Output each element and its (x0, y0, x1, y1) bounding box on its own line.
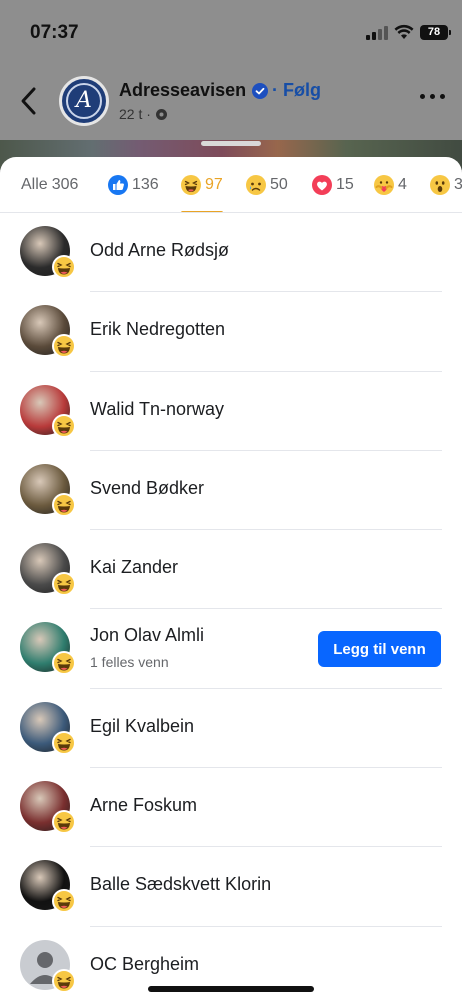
wifi-icon (394, 24, 414, 39)
page-avatar[interactable]: A (59, 76, 109, 126)
tab-like-count: 136 (132, 176, 159, 193)
follow-button[interactable]: · Følg (272, 80, 321, 101)
status-time: 07:37 (30, 22, 79, 43)
list-item[interactable]: Egil Kvalbein (0, 689, 462, 769)
page-logo: A (66, 83, 102, 119)
haha-reaction-icon (52, 492, 76, 517)
person-name[interactable]: Erik Nedregotten (90, 319, 225, 340)
tab-all[interactable]: Alle 306 (21, 157, 79, 212)
person-name[interactable]: Arne Foskum (90, 795, 197, 816)
tab-care-count: 4 (398, 176, 407, 193)
home-indicator (148, 986, 314, 992)
person-name[interactable]: Kai Zander (90, 557, 178, 578)
list-item[interactable]: Odd Arne Rødsjø (0, 213, 462, 293)
person-name[interactable]: Walid Tn-norway (90, 399, 224, 420)
status-bar: 07:37 78 (0, 0, 462, 66)
like-icon (108, 175, 128, 195)
privacy-public-icon (155, 108, 167, 120)
list-item[interactable]: Arne Foskum (0, 768, 462, 848)
haha-reaction-icon (52, 651, 76, 676)
person-name[interactable]: OC Bergheim (90, 954, 199, 975)
post-meta: 22 t · (119, 106, 168, 122)
care-icon (374, 175, 394, 195)
sad-icon (246, 175, 266, 195)
post-header: A Adresseavisen · Følg 22 t · (0, 66, 462, 140)
tab-all-label: Alle (21, 176, 48, 193)
haha-reaction-icon (52, 889, 76, 914)
haha-icon (181, 175, 201, 195)
list-item[interactable]: Balle Sædskvett Klorin (0, 847, 462, 927)
person-name[interactable]: Balle Sædskvett Klorin (90, 874, 271, 895)
sheet-grabber[interactable] (201, 141, 261, 146)
page-name[interactable]: Adresseavisen (119, 80, 246, 101)
haha-reaction-icon (52, 572, 76, 597)
battery-icon: 78 (420, 25, 451, 40)
wow-icon (430, 175, 450, 195)
person-name[interactable]: Odd Arne Rødsjø (90, 240, 229, 261)
reaction-tabs: Alle 306 136 97 50 15 4 (0, 157, 462, 213)
verified-badge-icon (252, 83, 268, 99)
tab-love[interactable]: 15 (312, 157, 354, 212)
mutual-friends: 1 felles venn (90, 654, 169, 671)
reactions-sheet: Alle 306 136 97 50 15 4 Odd Arne Rødsjø … (0, 157, 462, 1000)
more-options-icon[interactable] (420, 94, 446, 102)
haha-reaction-icon (52, 413, 76, 438)
haha-reaction-icon (52, 730, 76, 755)
add-friend-button[interactable]: Legg til venn (318, 631, 441, 668)
tab-all-count: 306 (51, 176, 79, 193)
person-name[interactable]: Jon Olav Almli (90, 625, 204, 646)
list-item[interactable]: Kai Zander (0, 530, 462, 610)
tab-sad[interactable]: 50 (246, 157, 288, 212)
haha-reaction-icon (52, 334, 76, 359)
cellular-signal-icon (366, 26, 388, 40)
tab-sad-count: 50 (270, 176, 288, 193)
person-name[interactable]: Egil Kvalbein (90, 716, 194, 737)
list-item[interactable]: Svend Bødker (0, 451, 462, 531)
tab-like[interactable]: 136 (108, 157, 159, 212)
tab-haha[interactable]: 97 (181, 157, 223, 212)
haha-reaction-icon (52, 255, 76, 279)
tab-love-count: 15 (336, 176, 354, 193)
haha-reaction-icon (52, 968, 76, 993)
list-item[interactable]: Walid Tn-norway (0, 372, 462, 451)
tab-care[interactable]: 4 (374, 157, 407, 212)
list-item[interactable]: Jon Olav Almli 1 felles venn Legg til venn (0, 609, 462, 689)
tab-wow[interactable]: 3 (430, 157, 462, 212)
person-name[interactable]: Svend Bødker (90, 478, 204, 499)
post-time: 22 t · (119, 106, 151, 122)
back-arrow-icon[interactable] (18, 86, 40, 116)
reactions-list: Odd Arne Rødsjø Erik Nedregotten Walid Tn-… (0, 213, 462, 1000)
list-item[interactable]: Erik Nedregotten (0, 292, 462, 372)
tab-wow-count: 3 (454, 176, 462, 194)
haha-reaction-icon (52, 810, 76, 835)
tab-haha-count: 97 (205, 176, 223, 193)
love-icon (312, 175, 332, 195)
